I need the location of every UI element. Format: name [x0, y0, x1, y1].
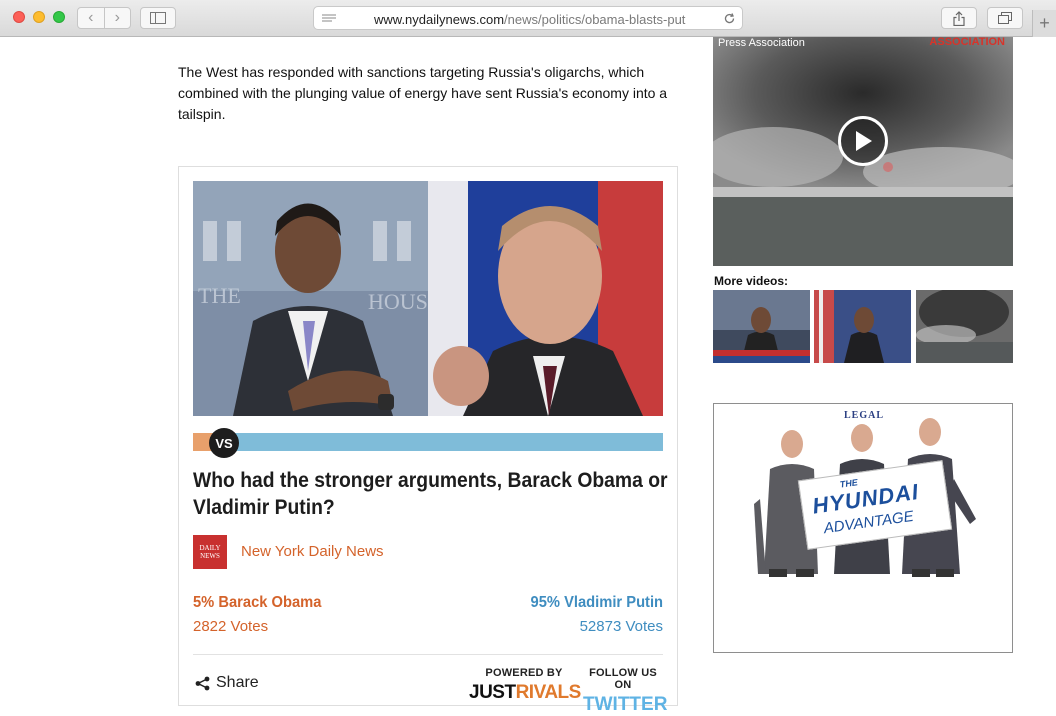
video-watermark: ASSOCIATION	[929, 37, 1005, 48]
new-tab-button[interactable]: +	[1032, 10, 1056, 37]
video-thumbnail[interactable]	[916, 290, 1013, 363]
daily-news-logo: DAILY NEWS	[193, 535, 227, 569]
minimize-window-button[interactable]	[33, 11, 45, 23]
share-icon	[953, 10, 965, 26]
powered-by[interactable]: POWERED BY JUSTRIVALS	[469, 667, 581, 704]
svg-text:THE: THE	[198, 283, 241, 308]
reader-icon	[322, 14, 336, 22]
putin-votes: 52873 Votes	[579, 618, 663, 635]
browser-toolbar: ‹ › www.nydailynews.com/news/politics/ob…	[0, 0, 1056, 37]
twitter-link: TWITTER	[583, 694, 668, 715]
video-caption: Press Association	[718, 37, 805, 49]
reload-icon[interactable]	[723, 12, 736, 25]
poll-image: THE HOUSE	[193, 181, 663, 416]
zoom-window-button[interactable]	[53, 11, 65, 23]
article-paragraph: The West has responded with sanctions ta…	[178, 64, 668, 122]
justrivals-logo: JUSTRIVALS	[469, 682, 581, 703]
poll-widget: THE HOUSE VS Who had the stronger argume…	[178, 166, 678, 715]
share-link[interactable]: Share	[195, 674, 259, 692]
obama-result: 5% Barack Obama	[193, 594, 322, 611]
share-button[interactable]	[941, 7, 977, 29]
forward-button[interactable]: ›	[103, 8, 131, 28]
video-thumbnail[interactable]	[713, 290, 810, 363]
video-thumbnail[interactable]	[814, 290, 911, 363]
putin-result: 95% Vladimir Putin	[530, 594, 663, 611]
share-nodes-icon	[195, 676, 210, 690]
history-nav: ‹ ›	[77, 7, 131, 29]
follow-us[interactable]: FOLLOW US ON TWITTER	[583, 667, 668, 716]
powered-by-label: POWERED BY	[485, 667, 563, 679]
poll-question: Who had the stronger arguments, Barack O…	[193, 469, 668, 519]
chevron-left-icon: ‹	[88, 9, 94, 26]
plus-icon: +	[1039, 13, 1050, 33]
url-text: www.nydailynews.com/news/politics/obama-…	[374, 12, 686, 27]
vs-badge: VS	[209, 428, 239, 458]
back-button[interactable]: ‹	[78, 8, 104, 28]
advertisement[interactable]: LEGAL THE HYUNDAI ADVANTAGE	[713, 403, 1013, 653]
chevron-right-icon: ›	[114, 9, 120, 26]
divider	[193, 654, 663, 655]
close-window-button[interactable]	[13, 11, 25, 23]
video-player[interactable]: Press Association ASSOCIATION	[713, 37, 1013, 266]
sidebar-toggle-button[interactable]	[140, 7, 176, 29]
tabs-icon	[998, 12, 1012, 24]
vote-share-bar	[193, 433, 663, 451]
share-label: Share	[216, 674, 259, 691]
play-icon	[856, 131, 872, 151]
source-link[interactable]: New York Daily News	[241, 543, 384, 560]
tabs-overview-button[interactable]	[987, 7, 1023, 29]
obama-votes: 2822 Votes	[193, 618, 269, 635]
option-putin[interactable]: 95% Vladimir Putin 52873 Votes	[519, 594, 663, 635]
follow-label: FOLLOW US ON	[589, 667, 657, 691]
address-bar[interactable]: www.nydailynews.com/news/politics/obama-…	[313, 6, 743, 30]
sidebar-icon	[150, 12, 166, 24]
play-button[interactable]	[838, 116, 888, 166]
option-obama[interactable]: 5% Barack Obama 2822 Votes	[193, 594, 333, 635]
more-videos-label: More videos:	[714, 274, 789, 288]
